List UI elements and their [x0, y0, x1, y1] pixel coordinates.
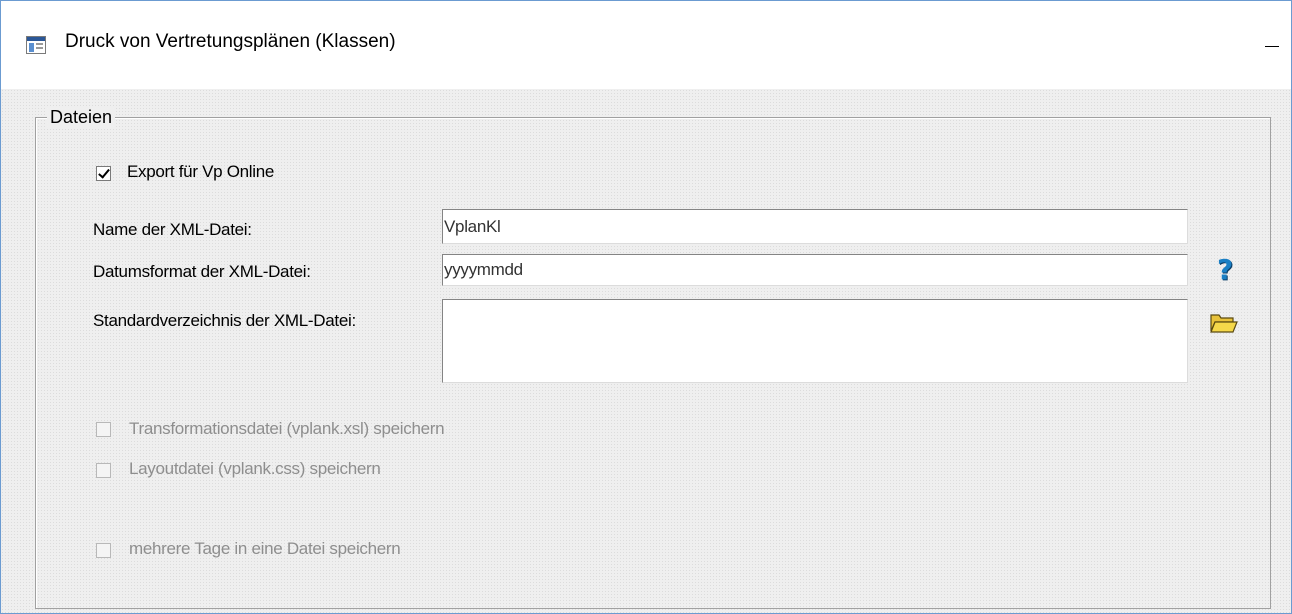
help-icon[interactable]: ? [1217, 253, 1233, 286]
folder-open-icon[interactable] [1209, 311, 1239, 335]
dialog-window: Druck von Vertretungsplänen (Klassen) Da… [0, 0, 1292, 614]
std-dir-input[interactable] [442, 299, 1188, 383]
title-bar: Druck von Vertretungsplänen (Klassen) [1, 1, 1291, 89]
xml-name-label: Name der XML-Datei: [93, 220, 252, 239]
xml-name-input[interactable] [442, 209, 1188, 244]
dialog-content: Dateien Export für Vp Online Name der XM… [1, 89, 1291, 613]
layout-file-checkbox[interactable] [96, 463, 111, 478]
window-title: Druck von Vertretungsplänen (Klassen) [65, 31, 396, 52]
layout-file-label: Layoutdatei (vplank.css) speichern [129, 459, 381, 478]
minimize-icon [1265, 46, 1279, 47]
multi-day-checkbox[interactable] [96, 543, 111, 558]
transform-file-label: Transformationsdatei (vplank.xsl) speich… [129, 419, 445, 438]
export-vp-online-label: Export für Vp Online [127, 162, 275, 181]
date-format-input[interactable] [442, 254, 1188, 286]
minimize-button[interactable] [1251, 25, 1291, 65]
app-icon [26, 36, 46, 54]
date-format-label: Datumsformat der XML-Datei: [93, 262, 311, 281]
transform-file-checkbox[interactable] [96, 422, 111, 437]
files-group-label: Dateien [47, 107, 116, 128]
multi-day-label: mehrere Tage in eine Datei speichern [129, 539, 401, 558]
export-vp-online-checkbox[interactable] [96, 166, 111, 181]
std-dir-label: Standardverzeichnis der XML-Datei: [93, 311, 356, 330]
